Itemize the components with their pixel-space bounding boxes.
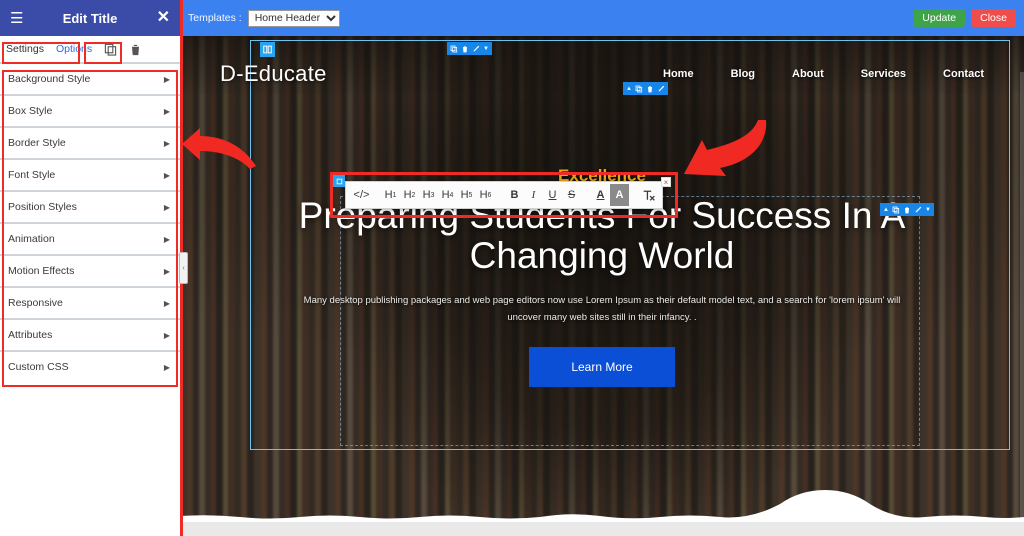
update-button[interactable]: Update [913, 9, 966, 27]
chevron-right-icon: ▶ [163, 266, 170, 276]
chevron-up-icon[interactable]: ▲ [626, 86, 632, 92]
panel-header: ☰ Edit Title ✕ [0, 0, 180, 36]
menu-item-background-style[interactable]: Background Style ▶ [0, 64, 180, 94]
chevron-right-icon: ▶ [163, 362, 170, 372]
panel-tabs: Settings Options [0, 36, 180, 62]
preview-canvas[interactable]: D-Educate Home Blog About Services Conta… [180, 36, 1024, 536]
heading-6-button[interactable]: H6 [476, 184, 495, 206]
site-nav-links: Home Blog About Services Contact [663, 68, 984, 80]
close-button[interactable]: Close [971, 9, 1016, 27]
chevron-right-icon: ▶ [163, 74, 170, 84]
chevron-right-icon: ▶ [163, 234, 170, 244]
delete-icon[interactable] [129, 43, 142, 56]
heading-4-button[interactable]: H4 [438, 184, 457, 206]
site-logo[interactable]: D-Educate [220, 61, 327, 87]
rte-close-icon[interactable]: × [661, 177, 671, 187]
topbar-actions: Update Close [913, 9, 1016, 27]
duplicate-icon[interactable] [450, 45, 458, 53]
delete-icon[interactable] [461, 45, 469, 53]
menu-item-motion-effects[interactable]: Motion Effects ▶ [0, 256, 180, 286]
style-menu-list: Background Style ▶ Box Style ▶ Border Styl… [0, 62, 180, 382]
template-select[interactable]: Home Header [247, 9, 340, 27]
italic-button[interactable]: I [524, 184, 543, 206]
widget-controls-header[interactable]: ▲ [623, 82, 668, 95]
rte-drag-handle-icon[interactable] [333, 175, 345, 187]
rich-text-toolbar[interactable]: </> H1 H2 H3 H4 H5 H6 B I U S A A × [345, 177, 671, 209]
nav-link-home[interactable]: Home [663, 68, 694, 80]
chevron-right-icon: ▶ [163, 170, 170, 180]
edit-panel: ☰ Edit Title ✕ Settings Options Backgrou… [0, 0, 180, 536]
hamburger-icon[interactable]: ☰ [10, 11, 23, 26]
delete-icon[interactable] [903, 206, 911, 214]
bold-button[interactable]: B [505, 184, 524, 206]
close-icon[interactable]: ✕ [157, 10, 170, 26]
strikethrough-button[interactable]: S [562, 184, 581, 206]
canvas-scrollbar[interactable] [1020, 72, 1024, 536]
chevron-down-icon[interactable]: ▼ [483, 46, 489, 52]
heading-5-button[interactable]: H5 [457, 184, 476, 206]
scallop-divider [180, 490, 1024, 522]
duplicate-icon[interactable] [892, 206, 900, 214]
heading-1-button[interactable]: H1 [381, 184, 400, 206]
heading-2-button[interactable]: H2 [400, 184, 419, 206]
panel-title: Edit Title [62, 10, 118, 26]
builder-topbar: Templates : Home Header Update Close [180, 0, 1024, 36]
chevron-up-icon[interactable]: ▲ [883, 207, 889, 213]
builder-screen: D-Educate Home Blog About Services Conta… [0, 0, 1024, 536]
tab-settings[interactable]: Settings [6, 43, 44, 55]
duplicate-icon[interactable] [635, 85, 643, 93]
panel-empty-area [0, 384, 180, 532]
delete-icon[interactable] [646, 85, 654, 93]
clear-formatting-button[interactable] [639, 184, 658, 206]
menu-item-responsive[interactable]: Responsive ▶ [0, 288, 180, 318]
underline-button[interactable]: U [543, 184, 562, 206]
canvas-bottom-strip [180, 522, 1024, 536]
edit-icon[interactable] [472, 45, 480, 53]
nav-link-services[interactable]: Services [861, 68, 906, 80]
hero-subtitle[interactable]: Many desktop publishing packages and web… [302, 292, 902, 327]
chevron-right-icon: ▶ [163, 106, 170, 116]
source-code-icon[interactable]: </> [352, 184, 371, 206]
column-handle-icon[interactable] [260, 42, 275, 57]
learn-more-button[interactable]: Learn More [529, 347, 675, 388]
chevron-right-icon: ▶ [163, 330, 170, 340]
templates-label: Templates : [188, 12, 242, 24]
nav-link-about[interactable]: About [792, 68, 824, 80]
chevron-down-icon[interactable]: ▼ [925, 207, 931, 213]
text-color-button[interactable]: A [591, 184, 610, 206]
title-widget-controls[interactable]: ▲ ▼ [880, 203, 934, 216]
highlight-color-button[interactable]: A [610, 184, 629, 206]
menu-item-custom-css[interactable]: Custom CSS ▶ [0, 352, 180, 382]
section-controls-top[interactable]: ▼ [447, 42, 492, 55]
menu-item-border-style[interactable]: Border Style ▶ [0, 128, 180, 158]
edit-icon[interactable] [657, 85, 665, 93]
heading-3-button[interactable]: H3 [419, 184, 438, 206]
duplicate-icon[interactable] [104, 43, 117, 56]
tab-options[interactable]: Options [56, 43, 92, 55]
edit-icon[interactable] [914, 206, 922, 214]
menu-item-attributes[interactable]: Attributes ▶ [0, 320, 180, 350]
menu-item-position-styles[interactable]: Position Styles ▶ [0, 192, 180, 222]
panel-collapse-handle[interactable]: ‹ [179, 252, 188, 284]
nav-link-contact[interactable]: Contact [943, 68, 984, 80]
nav-link-blog[interactable]: Blog [731, 68, 755, 80]
menu-item-box-style[interactable]: Box Style ▶ [0, 96, 180, 126]
site-navbar: D-Educate Home Blog About Services Conta… [180, 54, 1024, 94]
chevron-right-icon: ▶ [163, 298, 170, 308]
chevron-right-icon: ▶ [163, 138, 170, 148]
menu-item-animation[interactable]: Animation ▶ [0, 224, 180, 254]
menu-item-font-style[interactable]: Font Style ▶ [0, 160, 180, 190]
chevron-right-icon: ▶ [163, 202, 170, 212]
